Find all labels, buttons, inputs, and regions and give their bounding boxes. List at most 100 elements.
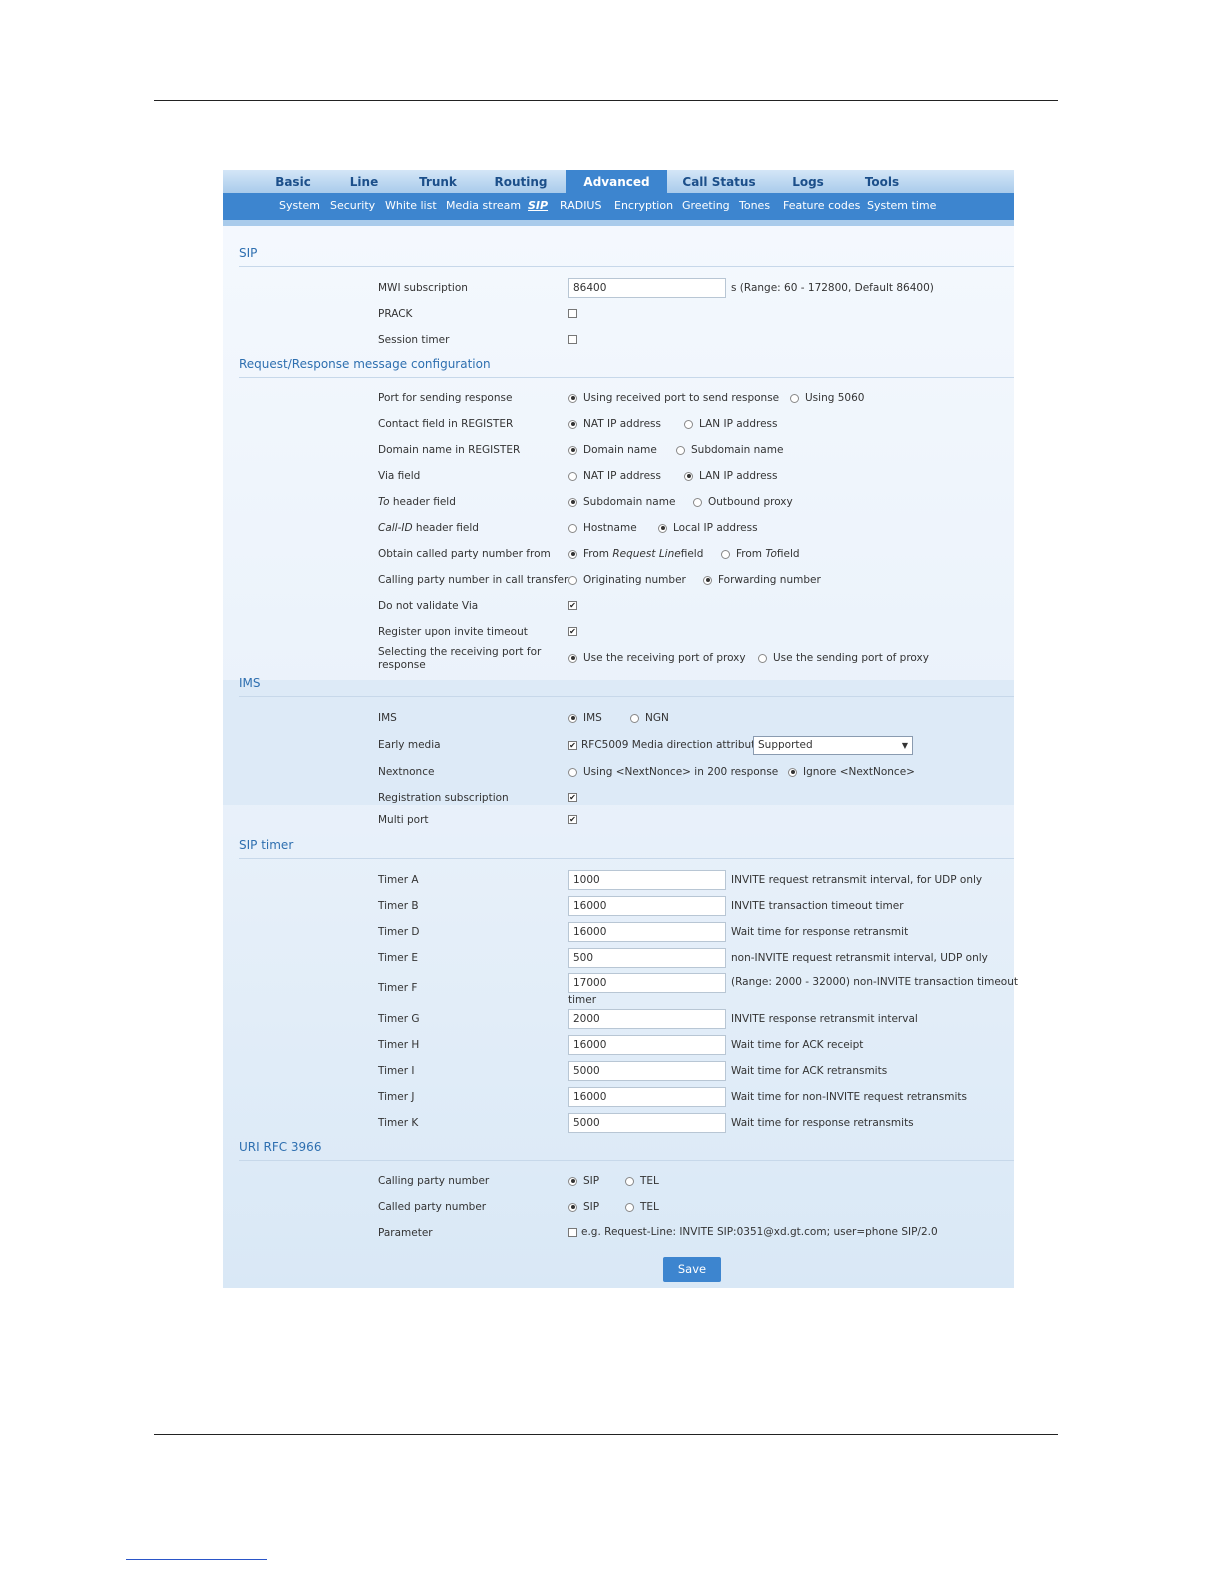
- via-nat-option[interactable]: NAT IP address: [568, 470, 661, 482]
- prack-checkbox[interactable]: [568, 309, 577, 318]
- port-5060-option[interactable]: Using 5060: [790, 392, 864, 404]
- register-invite-timeout-checkbox[interactable]: ✔: [568, 627, 577, 636]
- subtab-feature-codes[interactable]: Feature codes: [783, 193, 860, 220]
- subdomain-name-option[interactable]: Subdomain name: [676, 444, 783, 456]
- timer-k-hint: Wait time for response retransmits: [731, 1117, 914, 1129]
- mwi-subscription-input[interactable]: 86400: [568, 278, 726, 298]
- call-id-hostname-option[interactable]: Hostname: [568, 522, 637, 534]
- subtab-white-list[interactable]: White list: [385, 193, 437, 220]
- option-emphasis: Request Line: [612, 548, 681, 560]
- divider: [239, 858, 1014, 859]
- radio-selected-icon[interactable]: [568, 549, 577, 559]
- do-not-validate-via-checkbox[interactable]: ✔: [568, 601, 577, 610]
- obtain-request-line-option[interactable]: From Request Line field: [568, 548, 703, 560]
- tab-basic[interactable]: Basic: [263, 170, 323, 193]
- subtab-media-stream[interactable]: Media stream: [446, 193, 521, 220]
- radio-selected-icon[interactable]: [568, 393, 577, 403]
- radio-icon[interactable]: [758, 653, 767, 663]
- tab-routing[interactable]: Routing: [487, 170, 555, 193]
- tab-logs[interactable]: Logs: [783, 170, 833, 193]
- subtab-encryption[interactable]: Encryption: [614, 193, 673, 220]
- nextnonce-ignore-option[interactable]: Ignore <NextNonce>: [788, 766, 915, 778]
- radio-icon[interactable]: [721, 549, 730, 559]
- radio-icon[interactable]: [625, 1202, 634, 1212]
- radio-icon[interactable]: [568, 523, 577, 533]
- subtab-greeting[interactable]: Greeting: [682, 193, 730, 220]
- rfc5009-option[interactable]: ✔ RFC5009 Media direction attribute: [568, 739, 762, 751]
- uri-calling-tel-option[interactable]: TEL: [625, 1175, 659, 1187]
- tab-advanced[interactable]: Advanced: [566, 170, 667, 193]
- radio-selected-icon[interactable]: [568, 419, 577, 429]
- radio-icon[interactable]: [676, 445, 685, 455]
- via-lan-option[interactable]: LAN IP address: [684, 470, 777, 482]
- radio-selected-icon[interactable]: [703, 575, 712, 585]
- radio-selected-icon[interactable]: [568, 445, 577, 455]
- tab-tools[interactable]: Tools: [857, 170, 907, 193]
- subtab-security[interactable]: Security: [330, 193, 375, 220]
- page-header-rule: [154, 100, 1058, 101]
- domain-name-option[interactable]: Domain name: [568, 444, 657, 456]
- footer-link-underline[interactable]: [126, 1559, 267, 1560]
- subtab-system[interactable]: System: [279, 193, 320, 220]
- radio-selected-icon[interactable]: [568, 1176, 577, 1186]
- to-subdomain-option[interactable]: Subdomain name: [568, 496, 675, 508]
- radio-icon[interactable]: [568, 471, 577, 481]
- tab-trunk[interactable]: Trunk: [409, 170, 467, 193]
- contact-nat-option[interactable]: NAT IP address: [568, 418, 661, 430]
- radio-selected-icon[interactable]: [684, 471, 693, 481]
- rfc5009-checkbox[interactable]: ✔: [568, 740, 577, 750]
- radio-icon[interactable]: [693, 497, 702, 507]
- originating-number-option[interactable]: Originating number: [568, 574, 686, 586]
- uri-called-tel-option[interactable]: TEL: [625, 1201, 659, 1213]
- timer-b-input[interactable]: 16000: [568, 896, 726, 916]
- timer-j-input[interactable]: 16000: [568, 1087, 726, 1107]
- uri-parameter-checkbox[interactable]: [568, 1227, 577, 1237]
- obtain-to-field-option[interactable]: From To field: [721, 548, 800, 560]
- timer-h-input[interactable]: 16000: [568, 1035, 726, 1055]
- radio-icon[interactable]: [684, 419, 693, 429]
- multi-port-checkbox[interactable]: ✔: [568, 815, 577, 824]
- timer-d-input[interactable]: 16000: [568, 922, 726, 942]
- radio-selected-icon[interactable]: [568, 497, 577, 507]
- radio-icon[interactable]: [625, 1176, 634, 1186]
- radio-selected-icon[interactable]: [568, 653, 577, 663]
- tab-call-status[interactable]: Call Status: [681, 170, 757, 193]
- use-sending-port-option[interactable]: Use the sending port of proxy: [758, 652, 929, 664]
- radio-selected-icon[interactable]: [658, 523, 667, 533]
- save-button[interactable]: Save: [663, 1257, 721, 1282]
- call-id-local-ip-option[interactable]: Local IP address: [658, 522, 758, 534]
- forwarding-number-option[interactable]: Forwarding number: [703, 574, 821, 586]
- subtab-system-time[interactable]: System time: [867, 193, 936, 220]
- timer-g-input[interactable]: 2000: [568, 1009, 726, 1029]
- uri-calling-sip-option[interactable]: SIP: [568, 1175, 599, 1187]
- to-outbound-proxy-option[interactable]: Outbound proxy: [693, 496, 793, 508]
- port-received-option[interactable]: Using received port to send response: [568, 392, 779, 404]
- ims-option[interactable]: IMS: [568, 712, 602, 724]
- timer-e-input[interactable]: 500: [568, 948, 726, 968]
- registration-subscription-checkbox[interactable]: ✔: [568, 793, 577, 802]
- radio-selected-icon[interactable]: [568, 713, 577, 723]
- subtab-radius[interactable]: RADIUS: [560, 193, 601, 220]
- use-receiving-port-option[interactable]: Use the receiving port of proxy: [568, 652, 746, 664]
- tab-line[interactable]: Line: [335, 170, 393, 193]
- nextnonce-using-option[interactable]: Using <NextNonce> in 200 response: [568, 766, 778, 778]
- uri-called-sip-option[interactable]: SIP: [568, 1201, 599, 1213]
- radio-icon[interactable]: [568, 767, 577, 777]
- option-label: Use the sending port of proxy: [773, 652, 929, 664]
- uri-parameter-option[interactable]: e.g. Request-Line: INVITE SIP:0351@xd.gt…: [568, 1226, 938, 1238]
- timer-i-input[interactable]: 5000: [568, 1061, 726, 1081]
- ngn-option[interactable]: NGN: [630, 712, 669, 724]
- radio-selected-icon[interactable]: [788, 767, 797, 777]
- media-direction-select[interactable]: Supported ▼: [753, 736, 913, 755]
- radio-icon[interactable]: [630, 713, 639, 723]
- session-timer-checkbox[interactable]: [568, 335, 577, 344]
- subtab-tones[interactable]: Tones: [739, 193, 770, 220]
- subtab-sip[interactable]: SIP: [528, 193, 548, 220]
- timer-f-input[interactable]: 17000: [568, 973, 726, 993]
- radio-selected-icon[interactable]: [568, 1202, 577, 1212]
- radio-icon[interactable]: [790, 393, 799, 403]
- radio-icon[interactable]: [568, 575, 577, 585]
- timer-a-input[interactable]: 1000: [568, 870, 726, 890]
- contact-lan-option[interactable]: LAN IP address: [684, 418, 777, 430]
- timer-k-input[interactable]: 5000: [568, 1113, 726, 1133]
